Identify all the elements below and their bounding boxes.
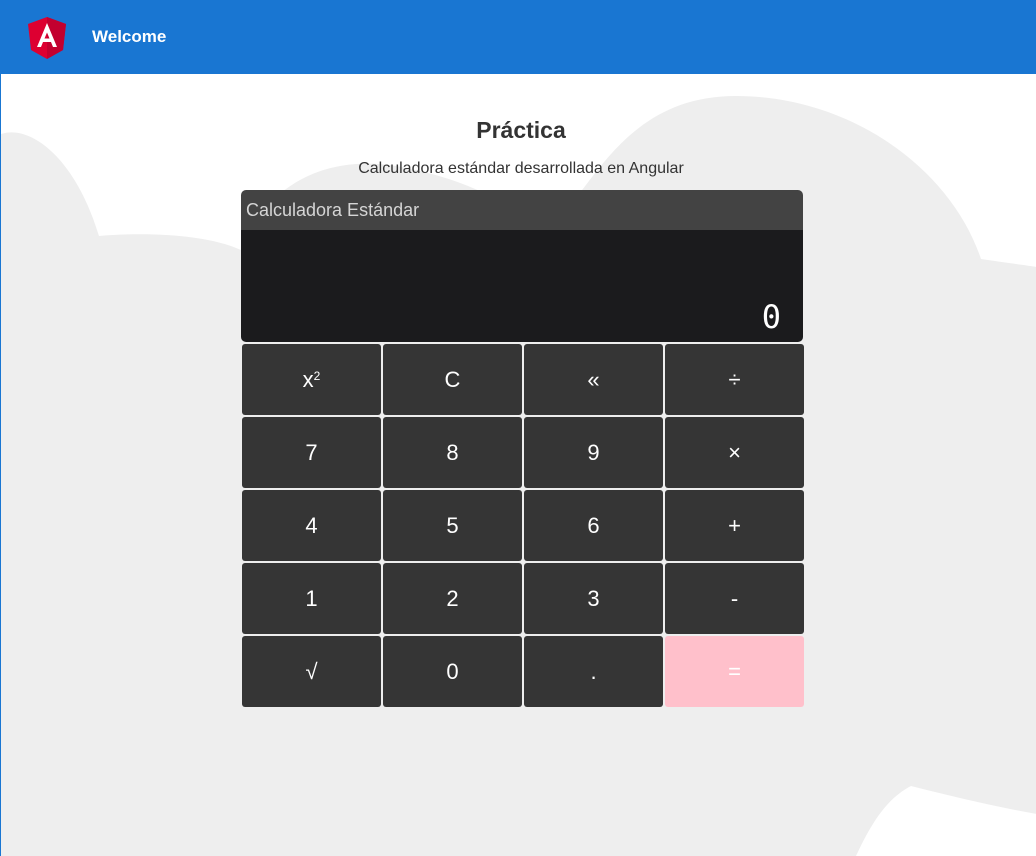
digit-3-button[interactable]: 3 [524, 563, 663, 634]
display-value: 0 [761, 298, 781, 336]
angular-logo-icon [28, 17, 66, 59]
digit-8-button[interactable]: 8 [383, 417, 522, 488]
digit-2-button[interactable]: 2 [383, 563, 522, 634]
backspace-button[interactable]: « [524, 344, 663, 415]
divide-button[interactable]: ÷ [665, 344, 804, 415]
subtract-button[interactable]: - [665, 563, 804, 634]
equals-button[interactable]: = [665, 636, 804, 707]
digit-1-button[interactable]: 1 [242, 563, 381, 634]
digit-5-button[interactable]: 5 [383, 490, 522, 561]
clear-button[interactable]: C [383, 344, 522, 415]
digit-6-button[interactable]: 6 [524, 490, 663, 561]
digit-9-button[interactable]: 9 [524, 417, 663, 488]
app-page: Welcome Práctica Calculadora estándar de… [0, 0, 1036, 856]
square-superscript: 2 [313, 368, 321, 383]
add-button[interactable]: + [665, 490, 804, 561]
digit-4-button[interactable]: 4 [242, 490, 381, 561]
multiply-button[interactable]: × [665, 417, 804, 488]
calculator-display: 0 [241, 230, 803, 342]
square-button[interactable]: x2 [242, 344, 381, 415]
calculator: Calculadora Estándar 0 x2 C « ÷ 7 8 9 × … [241, 190, 804, 707]
square-root-button[interactable]: √ [242, 636, 381, 707]
decimal-button[interactable]: . [524, 636, 663, 707]
toolbar: Welcome [1, 0, 1036, 74]
calculator-header: Calculadora Estándar [241, 190, 803, 230]
square-button-label: x [302, 366, 314, 392]
digit-7-button[interactable]: 7 [242, 417, 381, 488]
keypad: x2 C « ÷ 7 8 9 × 4 5 6 + 1 2 3 - √ 0 . = [241, 344, 804, 707]
page-title: Práctica [476, 117, 566, 143]
page-subtitle: Calculadora estándar desarrollada en Ang… [358, 160, 684, 177]
digit-0-button[interactable]: 0 [383, 636, 522, 707]
toolbar-title: Welcome [92, 27, 167, 46]
